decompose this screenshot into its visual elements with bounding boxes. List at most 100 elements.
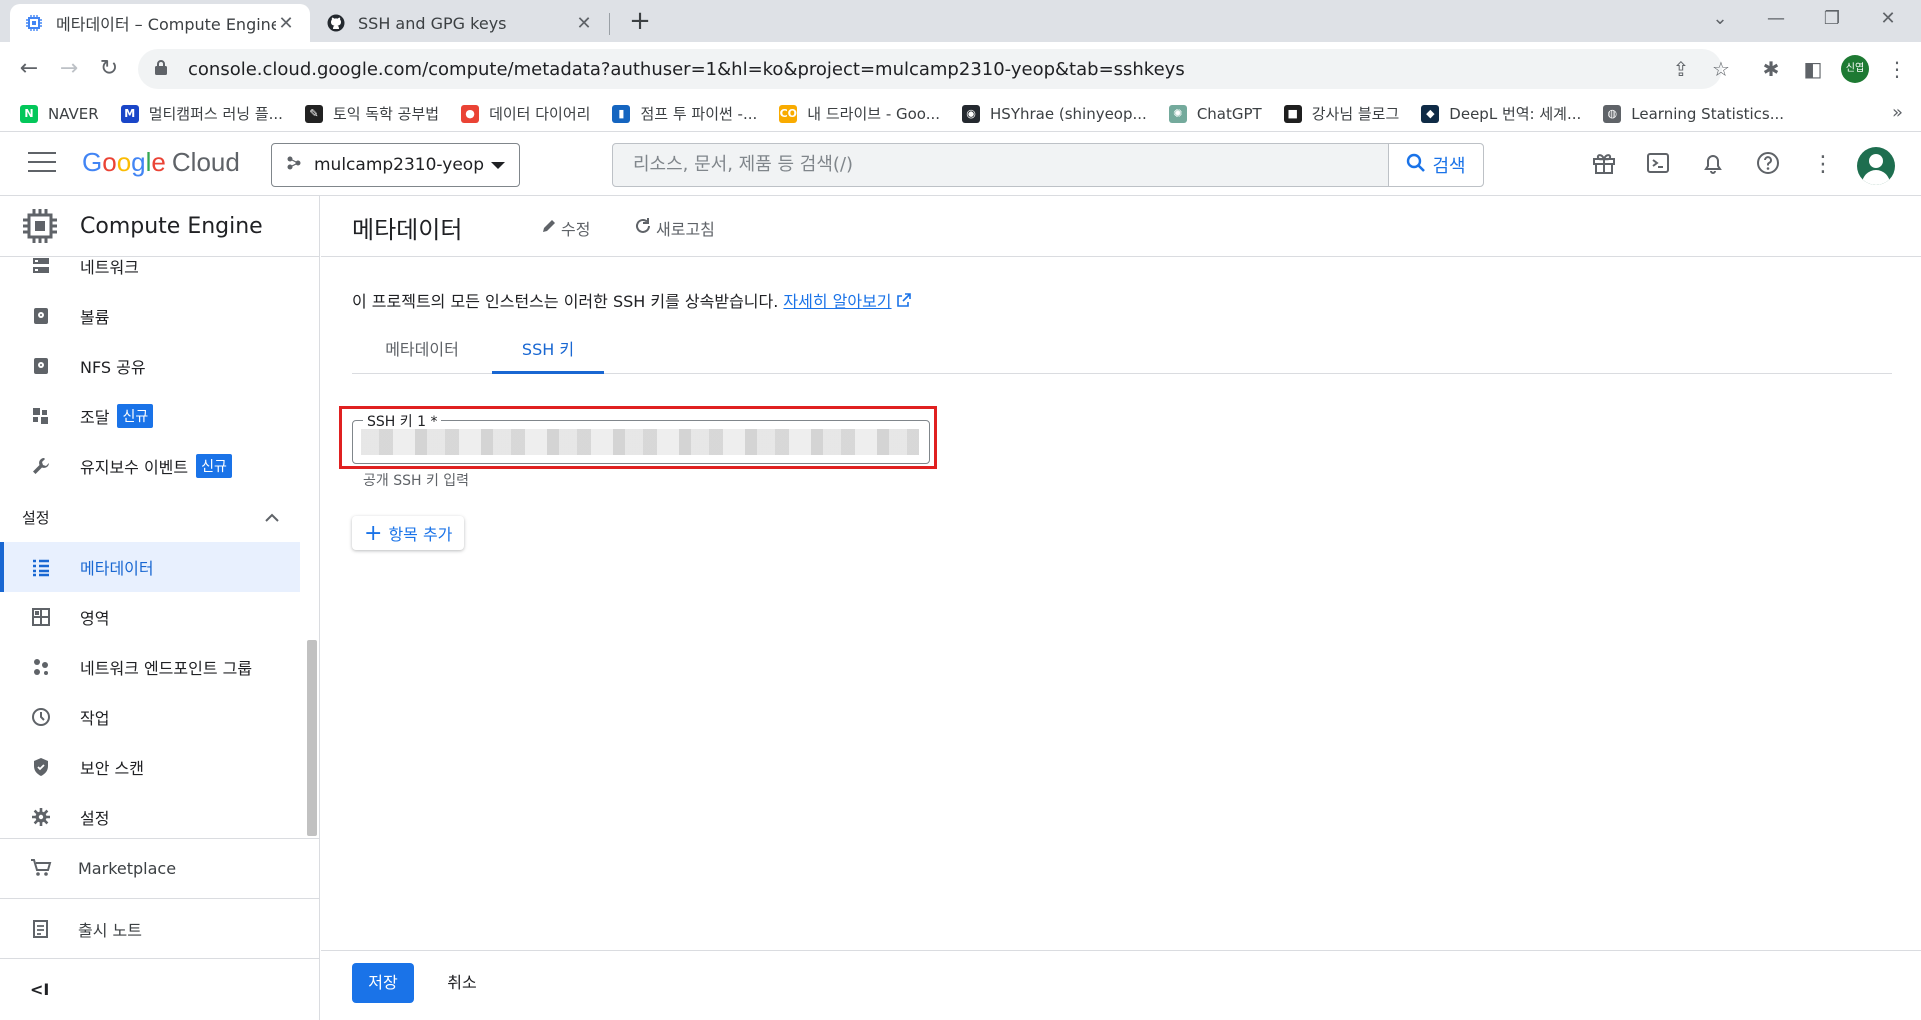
search-button[interactable]: 검색 (1388, 144, 1483, 186)
wrench-icon (30, 455, 52, 477)
tab-metadata[interactable]: 메타데이터 (352, 326, 492, 374)
browser-menu-kebab-icon[interactable]: ⋮ (1880, 52, 1914, 86)
more-bookmarks-chevron-icon[interactable]: » (1892, 102, 1903, 123)
search-input[interactable]: 리소스, 문서, 제품 등 검색(/) (613, 144, 1388, 186)
project-hub-icon (286, 155, 302, 176)
compute-engine-favicon-icon (24, 13, 44, 33)
help-question-icon[interactable] (1753, 150, 1783, 180)
bookmark-label: HSYhrae (shinyeop... (990, 104, 1147, 123)
browser-tab-ssh-gpg[interactable]: SSH and GPG keys ✕ (312, 4, 608, 42)
reload-icon[interactable]: ↻ (92, 52, 126, 86)
account-avatar[interactable] (1857, 147, 1895, 185)
sidebar-divider (0, 958, 320, 959)
search-box[interactable]: 리소스, 문서, 제품 등 검색(/) 검색 (612, 143, 1484, 187)
collapse-sidebar-icon[interactable]: <I (0, 964, 320, 1014)
edit-label: 수정 (561, 220, 591, 239)
cloud-shell-terminal-icon[interactable] (1643, 150, 1673, 180)
learn-more-link[interactable]: 자세히 알아보기 (783, 292, 891, 311)
sidebar-item-release-notes[interactable]: 출시 노트 (0, 904, 320, 954)
settings-section-header[interactable]: 설정 (22, 502, 280, 532)
bookmark-item[interactable]: ◉ HSYhrae (shinyeop... (962, 104, 1147, 123)
refresh-label: 새로고침 (656, 220, 715, 239)
sidebar-item-volumes[interactable]: 볼륨 (0, 291, 300, 341)
bookmark-item[interactable]: ◆ DeepL 번역: 세계... (1421, 103, 1581, 124)
address-toolbar: ← → ↻ console.cloud.google.com/compute/m… (0, 42, 1921, 96)
sidebar-item-label: 작업 (80, 709, 110, 728)
browser-tab-compute-engine[interactable]: 메타데이터 – Compute Engine ✕ (10, 4, 310, 42)
google-cloud-logo[interactable]: Google Cloud (82, 147, 240, 178)
gift-icon[interactable] (1589, 150, 1619, 180)
bookmark-item[interactable]: ◍ Learning Statistics... (1603, 104, 1784, 123)
bookmark-item[interactable]: M 멀티캠퍼스 러닝 플... (120, 103, 283, 124)
sidebar-item-network-endpoint-groups[interactable]: 네트워크 엔드포인트 그룹 (0, 642, 300, 692)
bookmarks-bar: N NAVER M 멀티캠퍼스 러닝 플... ✎ 토익 독학 공부법 ● 데이터 다이어리 ▮… (0, 96, 1921, 132)
sidebar-item-label: 메타데이터 (80, 559, 154, 578)
tab-title: 메타데이터 – Compute Engine (56, 15, 276, 34)
bookmark-item[interactable]: ✺ ChatGPT (1168, 104, 1262, 123)
bookmark-favicon-icon: M (120, 104, 139, 123)
bookmark-item[interactable]: ▮ 점프 투 파이썬 -... (612, 103, 757, 124)
section-label: 설정 (22, 508, 50, 527)
sidebar-item-marketplace[interactable]: Marketplace (0, 843, 320, 893)
bookmark-favicon-icon: ◍ (1603, 104, 1622, 123)
bookmark-label: 데이터 다이어리 (489, 105, 591, 123)
sidebar-item-nfs[interactable]: NFS 공유 (0, 341, 300, 391)
caret-down-icon (491, 161, 505, 169)
refresh-button[interactable]: 새로고침 (634, 216, 715, 240)
sidebar-item-procurement[interactable]: 조달 신규 (0, 391, 300, 441)
close-tab-icon[interactable]: ✕ (574, 13, 594, 34)
side-panel-icon[interactable]: ◧ (1796, 52, 1830, 86)
bookmark-label: 점프 투 파이썬 -... (640, 105, 758, 123)
zones-icon (30, 606, 52, 628)
bookmark-item[interactable]: N NAVER (20, 104, 99, 123)
action-footer: 저장 취소 (321, 950, 1921, 1020)
share-icon[interactable]: ⇪ (1664, 52, 1698, 86)
sidebar-item-metadata[interactable]: 메타데이터 (0, 542, 300, 592)
project-selector[interactable]: mulcamp2310-yeop (271, 143, 520, 187)
ssh-key-1-field[interactable]: SSH 키 1 * (352, 411, 930, 464)
tab-ssh-keys[interactable]: SSH 키 (492, 326, 604, 374)
tab-separator (609, 13, 610, 35)
edit-button[interactable]: 수정 (541, 216, 590, 240)
bookmark-item[interactable]: CO 내 드라이브 - Goo... (779, 103, 940, 124)
back-arrow-icon[interactable]: ← (12, 52, 46, 86)
cancel-button[interactable]: 취소 (431, 963, 493, 1003)
bookmark-star-icon[interactable]: ☆ (1704, 52, 1738, 86)
url-text: console.cloud.google.com/compute/metadat… (188, 58, 1185, 80)
restore-icon[interactable]: ❐ (1804, 0, 1860, 38)
new-tab-plus-icon[interactable]: + (624, 6, 656, 36)
extensions-puzzle-icon[interactable]: ✱ (1754, 52, 1788, 86)
console-header: Google Cloud mulcamp2310-yeop 리소스, 문서, 제품… (0, 132, 1921, 196)
add-item-button[interactable]: + 항목 추가 (352, 516, 465, 550)
sidebar-item-label: Marketplace (78, 858, 177, 878)
save-button[interactable]: 저장 (352, 963, 414, 1003)
sidebar-item-security-scan[interactable]: 보안 스캔 (0, 742, 300, 792)
bookmark-label: 강사님 블로그 (1311, 105, 1400, 123)
sidebar-item-settings[interactable]: 설정 (0, 792, 300, 842)
metadata-tabs: 메타데이터 SSH 키 (352, 326, 1892, 374)
add-item-label: 항목 추가 (388, 525, 453, 544)
bookmark-label: 내 드라이브 - Goo... (807, 105, 941, 123)
bookmark-favicon-icon: CO (779, 104, 798, 123)
bookmark-label: NAVER (48, 104, 99, 123)
forward-arrow-icon[interactable]: → (52, 52, 86, 86)
nav-menu-hamburger-icon[interactable] (28, 152, 56, 176)
sidebar-item-maintenance-events[interactable]: 유지보수 이벤트 신규 (0, 441, 300, 491)
minimize-icon[interactable]: — (1748, 0, 1804, 38)
lock-icon (154, 59, 172, 80)
tab-search-chevron-icon[interactable]: ⌄ (1692, 0, 1748, 38)
sidebar-scrollbar[interactable] (307, 640, 317, 836)
sidebar-item-network[interactable]: 네트워크 (0, 244, 300, 288)
bookmark-item[interactable]: ■ 강사님 블로그 (1283, 103, 1400, 124)
more-options-kebab-icon[interactable]: ⋮ (1808, 150, 1838, 180)
url-omnibox[interactable]: console.cloud.google.com/compute/metadat… (138, 49, 1722, 89)
bookmark-item[interactable]: ✎ 토익 독학 공부법 (304, 103, 439, 124)
bookmark-favicon-icon: ✺ (1168, 104, 1187, 123)
close-tab-icon[interactable]: ✕ (276, 13, 296, 34)
sidebar-item-operations[interactable]: 작업 (0, 692, 300, 742)
window-close-icon[interactable]: ✕ (1860, 0, 1916, 38)
bookmark-item[interactable]: ● 데이터 다이어리 (461, 103, 590, 124)
notifications-bell-icon[interactable] (1698, 150, 1728, 180)
browser-profile-avatar[interactable]: 신엽 (1841, 55, 1869, 83)
sidebar-item-zones[interactable]: 영역 (0, 592, 300, 642)
